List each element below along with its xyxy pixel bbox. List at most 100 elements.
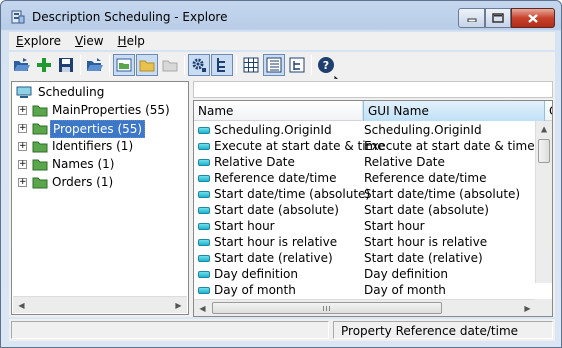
table-row[interactable]: Start hour is relative Start hour is rela…: [194, 234, 536, 250]
tree-item-orders[interactable]: + Orders (1): [12, 174, 184, 192]
maximize-icon: [492, 13, 504, 23]
open-button[interactable]: [11, 54, 33, 76]
row-name: Day definition: [214, 267, 298, 281]
add-button[interactable]: [33, 54, 55, 76]
table-row[interactable]: Start date/time (absolute) Start date/tim…: [194, 186, 536, 202]
save-button[interactable]: [55, 54, 77, 76]
vertical-scroll-thumb[interactable]: [538, 139, 550, 163]
row-gui-name: Start date (relative): [364, 251, 483, 265]
row-name: Start hour is relative: [214, 235, 338, 249]
horizontal-scroll-thumb[interactable]: [212, 302, 442, 314]
title-bar[interactable]: Description Scheduling - Explore: [1, 1, 561, 31]
tree-item-names[interactable]: + Names (1): [12, 156, 184, 174]
menu-explore-mnemonic: E: [16, 34, 24, 48]
scroll-up-icon[interactable]: ◀: [536, 121, 552, 138]
table-row[interactable]: Day definition Day definition: [194, 266, 536, 282]
settings-button[interactable]: [188, 54, 210, 76]
column-header-or[interactable]: Or: [545, 101, 552, 121]
property-icon: [198, 223, 210, 230]
menu-view[interactable]: View: [68, 32, 110, 50]
property-icon: [198, 287, 210, 294]
tree-item-label: MainProperties (55): [52, 103, 170, 117]
minimize-button[interactable]: [458, 8, 485, 28]
table-row[interactable]: Execute at start date & time Execute at s…: [194, 138, 536, 154]
list-horizontal-scrollbar[interactable]: ◀ ▶: [194, 299, 536, 316]
toolbar: ?: [9, 52, 555, 96]
large-icons-button[interactable]: [240, 54, 262, 76]
menu-help-mnemonic: H: [117, 34, 127, 48]
tree-view[interactable]: Scheduling + MainProperties (55) + Prope…: [11, 81, 189, 315]
table-row[interactable]: Day of month Day of month: [194, 282, 536, 298]
details-button[interactable]: [263, 54, 285, 76]
row-name: Start hour: [214, 219, 275, 233]
new-folder-button[interactable]: [159, 54, 181, 76]
main-window: Description Scheduling - Explore Explore…: [0, 0, 562, 348]
expand-icon[interactable]: +: [18, 124, 27, 133]
property-icon: [198, 175, 210, 182]
status-panel-right: Property Reference date/time: [333, 321, 553, 339]
menu-view-label: iew: [83, 34, 104, 48]
large-icons-icon: [243, 57, 259, 73]
tree-item-label: Identifiers (1): [52, 139, 134, 153]
table-row[interactable]: Start hour Start hour: [194, 218, 536, 234]
folder-icon: [32, 159, 48, 171]
tree-view-button[interactable]: [113, 54, 135, 76]
toolbar-separator: [109, 55, 110, 75]
hierarchy-button[interactable]: [211, 54, 233, 76]
folder-view-button[interactable]: [136, 54, 158, 76]
status-bar: Property Reference date/time: [9, 319, 555, 341]
maximize-button[interactable]: [485, 8, 511, 28]
tree-item-label-selected: Properties (55): [50, 120, 146, 138]
folder-view-icon: [139, 60, 155, 72]
property-list[interactable]: Name GUI Name Or Scheduling.OriginIdSche…: [193, 100, 553, 317]
detail-header-strip: [193, 81, 553, 98]
toolbar-separator: [80, 55, 81, 75]
folder-icon: [32, 177, 48, 189]
table-row[interactable]: Relative Date Relative Date: [194, 154, 536, 170]
scroll-right-icon[interactable]: ▶: [170, 297, 187, 314]
tree-item-properties[interactable]: + Properties (55): [12, 120, 184, 138]
tree-list-icon: [289, 57, 305, 73]
scroll-left-icon[interactable]: ◀: [13, 297, 30, 314]
scroll-left-icon[interactable]: ◀: [194, 300, 211, 316]
scroll-right-icon[interactable]: ▶: [519, 300, 536, 316]
property-icon: [198, 143, 210, 150]
table-row[interactable]: Start date (absolute) Start date (absolut…: [194, 202, 536, 218]
expand-icon[interactable]: +: [18, 142, 27, 151]
row-name: Start date (absolute): [214, 203, 339, 217]
close-icon: [528, 13, 538, 23]
expand-icon[interactable]: +: [18, 106, 27, 115]
folder-icon: [32, 141, 48, 153]
open-folder-icon: [87, 58, 103, 71]
table-row[interactable]: Reference date/time Reference date/time: [194, 170, 536, 186]
row-gui-name: Scheduling.OriginId: [364, 123, 482, 137]
close-button[interactable]: [511, 8, 555, 28]
row-name: Day of month: [214, 283, 296, 297]
list-vertical-scrollbar[interactable]: ◀: [535, 121, 552, 283]
tree-item-mainproperties[interactable]: + MainProperties (55): [12, 102, 184, 120]
property-icon: [198, 271, 210, 278]
row-name: Reference date/time: [214, 171, 337, 185]
tree-list-button[interactable]: [286, 54, 308, 76]
list-header: Name GUI Name Or: [194, 101, 552, 121]
menu-help[interactable]: Help: [111, 32, 152, 50]
expand-icon[interactable]: +: [18, 178, 27, 187]
open-folder-button[interactable]: [84, 54, 106, 76]
add-icon: [37, 58, 51, 72]
row-name: Relative Date: [214, 155, 295, 169]
row-gui-name: Day definition: [364, 267, 448, 281]
tree-view-icon: [116, 58, 132, 72]
column-header-gui-name[interactable]: GUI Name: [363, 101, 545, 121]
property-icon: [198, 159, 210, 166]
expand-icon[interactable]: +: [18, 160, 27, 169]
help-button[interactable]: ?: [315, 54, 337, 76]
folder-icon: [32, 123, 48, 135]
table-row[interactable]: Scheduling.OriginId Scheduling.OriginId: [194, 122, 536, 138]
tree-root-scheduling[interactable]: Scheduling: [14, 84, 184, 102]
table-row[interactable]: Start date (relative) Start date (relativ…: [194, 250, 536, 266]
tree-item-identifiers[interactable]: + Identifiers (1): [12, 138, 184, 156]
column-header-name[interactable]: Name: [194, 101, 363, 121]
menu-explore[interactable]: Explore: [9, 32, 68, 50]
tree-horizontal-scrollbar[interactable]: ◀ ▶: [13, 296, 187, 313]
property-icon: [198, 255, 210, 262]
